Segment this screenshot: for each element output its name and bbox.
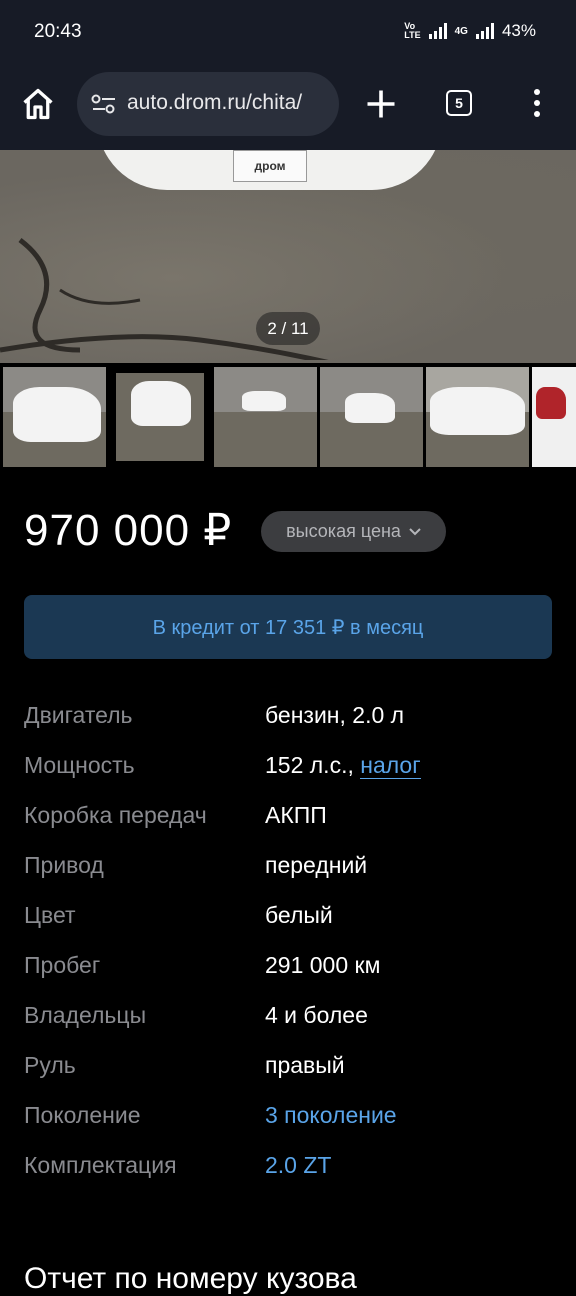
volte-icon: Vo LTE — [404, 21, 421, 40]
spec-row-drive: Привод передний — [24, 842, 552, 892]
new-tab-icon[interactable] — [363, 86, 399, 122]
spec-row-trim: Комплектация 2.0 ZT — [24, 1142, 552, 1192]
url-text: auto.drom.ru/chita/ — [127, 91, 303, 114]
spec-value: передний — [265, 852, 368, 878]
thumbnail[interactable] — [320, 367, 423, 467]
home-icon[interactable] — [20, 86, 56, 122]
main-photo[interactable]: дром 2 / 11 — [0, 150, 576, 363]
spec-row-engine: Двигатель бензин, 2.0 л — [24, 692, 552, 742]
thumbnail[interactable] — [214, 367, 317, 467]
spec-label: Привод — [24, 852, 104, 878]
browser-toolbar: auto.drom.ru/chita/ 5 — [0, 66, 576, 150]
spec-value: АКПП — [265, 802, 327, 828]
credit-button[interactable]: В кредит от 17 351 ₽ в месяц — [24, 595, 552, 659]
spec-row-steering: Руль правый — [24, 1042, 552, 1092]
status-bar: 20:43 Vo LTE 4G 43% — [0, 0, 576, 66]
signal-icon-2 — [475, 23, 494, 39]
spec-value: бензин, 2.0 л — [265, 702, 405, 728]
address-bar[interactable]: auto.drom.ru/chita/ — [77, 72, 339, 136]
more-menu-icon[interactable] — [528, 88, 546, 118]
spec-value-text: 152 л.с., — [265, 752, 354, 778]
price-rating-label: высокая цена — [286, 521, 401, 541]
spec-row-generation: Поколение 3 поколение — [24, 1092, 552, 1142]
spec-label: Поколение — [24, 1102, 141, 1128]
signal-icon — [428, 23, 447, 39]
thumbnail-strip — [0, 363, 576, 469]
tax-link[interactable]: налог — [360, 752, 421, 779]
spec-row-transmission: Коробка передач АКПП — [24, 792, 552, 842]
price: 970 000 ₽ — [24, 506, 233, 555]
spec-value: белый — [265, 902, 333, 928]
specs-list: Двигатель бензин, 2.0 л Мощность 152 л.с… — [24, 692, 552, 1192]
chevron-down-icon — [409, 527, 421, 535]
spec-row-power: Мощность 152 л.с., налог — [24, 742, 552, 792]
report-section-title: Отчет по номеру кузова — [24, 1262, 357, 1295]
spec-label: Цвет — [24, 902, 76, 928]
spec-label: Мощность — [24, 752, 135, 778]
status-icons: Vo LTE 4G 43% — [404, 21, 536, 41]
network-type: 4G — [454, 25, 468, 37]
spec-value: 291 000 км — [265, 952, 381, 978]
generation-link[interactable]: 3 поколение — [265, 1102, 397, 1129]
spec-value: правый — [265, 1052, 345, 1078]
thumbnail[interactable] — [3, 367, 106, 467]
battery-percent: 43% — [501, 21, 536, 40]
spec-label: Владельцы — [24, 1002, 147, 1028]
spec-row-owners: Владельцы 4 и более — [24, 992, 552, 1042]
thumbnail[interactable] — [426, 367, 529, 467]
trim-link[interactable]: 2.0 ZT — [265, 1152, 331, 1179]
spec-label: Пробег — [24, 952, 101, 978]
status-time: 20:43 — [34, 21, 82, 42]
spec-value: 4 и более — [265, 1002, 368, 1028]
spec-label: Руль — [24, 1052, 76, 1078]
tab-switcher-button[interactable]: 5 — [446, 90, 472, 116]
thumbnail[interactable] — [532, 367, 576, 467]
spec-value: 152 л.с., налог — [265, 752, 421, 779]
spec-label: Двигатель — [24, 702, 133, 728]
spec-row-mileage: Пробег 291 000 км — [24, 942, 552, 992]
site-settings-icon[interactable] — [91, 94, 117, 114]
spec-label: Коробка передач — [24, 802, 207, 828]
thumbnail-active[interactable] — [112, 369, 208, 465]
price-rating-badge[interactable]: высокая цена — [261, 511, 446, 552]
spec-label: Комплектация — [24, 1152, 177, 1178]
spec-row-color: Цвет белый — [24, 892, 552, 942]
photo-counter: 2 / 11 — [256, 312, 320, 345]
license-plate: дром — [233, 150, 307, 182]
